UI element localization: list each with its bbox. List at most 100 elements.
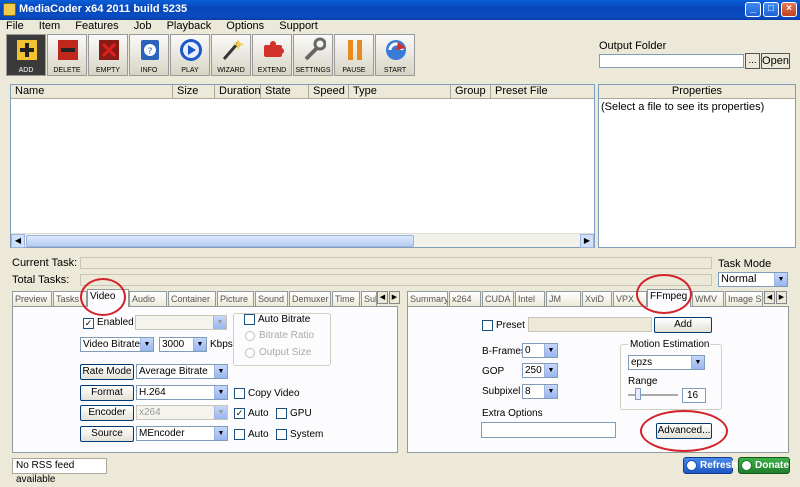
tab-time[interactable]: Time (332, 291, 360, 306)
scroll-thumb[interactable] (26, 235, 414, 247)
column-group[interactable]: Group (451, 85, 491, 99)
tab-sub[interactable]: Sub (361, 291, 377, 306)
tab-summary[interactable]: Summary (407, 291, 448, 306)
rate-mode-button[interactable]: Rate Mode (80, 364, 134, 380)
tab-audio[interactable]: Audio (129, 291, 167, 306)
range-slider-thumb[interactable] (635, 388, 641, 400)
chevron-down-icon[interactable]: ▼ (140, 338, 153, 351)
motion-estimation-select[interactable]: epzs ▼ (628, 355, 705, 370)
chevron-down-icon[interactable]: ▼ (774, 273, 787, 286)
source-select[interactable]: MEncoder ▼ (136, 426, 228, 441)
wizard-button[interactable]: WIZARD (211, 34, 251, 76)
format-select[interactable]: H.264 ▼ (136, 385, 228, 400)
format-button[interactable]: Format (80, 385, 134, 401)
tab-ffmpeg[interactable]: FFmpeg (647, 289, 691, 307)
horizontal-scrollbar[interactable]: ◀ ▶ (11, 233, 594, 248)
open-button[interactable]: Open (761, 53, 790, 69)
tab-container[interactable]: Container (168, 291, 216, 306)
preset-checkbox[interactable] (482, 320, 493, 331)
encoder-select[interactable]: x264 ▼ (136, 405, 228, 420)
menu-job[interactable]: Job (134, 20, 152, 32)
tab-wmv[interactable]: WMV (692, 291, 724, 306)
chevron-down-icon[interactable]: ▼ (544, 344, 557, 357)
output-size-radio[interactable] (245, 348, 255, 358)
tab-intel[interactable]: Intel (515, 291, 545, 306)
auto-encoder-checkbox[interactable]: ✓ (234, 408, 245, 419)
advanced-button[interactable]: Advanced... (656, 423, 712, 439)
rate-mode-select[interactable]: Average Bitrate ▼ (136, 364, 228, 379)
scroll-right-icon[interactable]: ▶ (580, 234, 594, 248)
column-speed[interactable]: Speed (309, 85, 349, 99)
chevron-down-icon[interactable]: ▼ (213, 316, 226, 329)
tab-jm[interactable]: JM (546, 291, 581, 306)
chevron-down-icon[interactable]: ▼ (544, 364, 557, 377)
tab-video[interactable]: Video (87, 289, 129, 307)
bitrate-value-select[interactable]: 3000 ▼ (159, 337, 207, 352)
chevron-down-icon[interactable]: ▼ (214, 427, 227, 440)
title-bar[interactable]: MediaCoder x64 2011 build 5235 _ □ × (0, 0, 800, 20)
pause-button[interactable]: PAUSE (334, 34, 374, 76)
tab-x264[interactable]: x264 (449, 291, 481, 306)
tab-cuda[interactable]: CUDA (482, 291, 514, 306)
encoder-button[interactable]: Encoder (80, 405, 134, 421)
column-name[interactable]: Name (11, 85, 173, 99)
tab-demuxer[interactable]: Demuxer (289, 291, 331, 306)
menu-support[interactable]: Support (279, 20, 318, 32)
extend-button[interactable]: EXTEND (252, 34, 292, 76)
enabled-select[interactable]: ▼ (135, 315, 227, 330)
chevron-down-icon[interactable]: ▼ (544, 385, 557, 398)
range-input[interactable]: 16 (682, 388, 706, 403)
add-preset-button[interactable]: Add (654, 317, 712, 333)
tab-scroll-right-icon[interactable]: ▶ (776, 291, 787, 304)
chevron-down-icon[interactable]: ▼ (193, 338, 206, 351)
start-button[interactable]: START (375, 34, 415, 76)
enabled-checkbox[interactable]: ✓ (83, 318, 94, 329)
menu-file[interactable]: File (6, 20, 24, 32)
auto-bitrate-checkbox[interactable] (244, 314, 255, 325)
tab-preview[interactable]: Preview (12, 291, 52, 306)
browse-button[interactable]: ... (745, 53, 760, 69)
column-preset-file[interactable]: Preset File (491, 85, 594, 99)
chevron-down-icon[interactable]: ▼ (214, 386, 227, 399)
menu-features[interactable]: Features (75, 20, 118, 32)
gop-select[interactable]: 250 ▼ (522, 363, 558, 378)
column-state[interactable]: State (261, 85, 309, 99)
subpixel-select[interactable]: 8 ▼ (522, 384, 558, 399)
tab-scroll-left-icon[interactable]: ◀ (764, 291, 775, 304)
copy-video-checkbox[interactable] (234, 388, 245, 399)
bitrate-ratio-radio[interactable] (245, 331, 255, 341)
add-button[interactable]: ADD (6, 34, 46, 76)
tab-picture[interactable]: Picture (217, 291, 254, 306)
output-folder-input[interactable] (599, 54, 744, 68)
column-duration[interactable]: Duration (215, 85, 261, 99)
tab-sound[interactable]: Sound (255, 291, 288, 306)
task-mode-select[interactable]: Normal ▼ (718, 272, 788, 287)
column-type[interactable]: Type (349, 85, 451, 99)
play-button[interactable]: PLAY (170, 34, 210, 76)
tab-xvid[interactable]: XviD (582, 291, 612, 306)
chevron-down-icon[interactable]: ▼ (214, 406, 227, 419)
settings-button[interactable]: SETTINGS (293, 34, 333, 76)
preset-input[interactable] (528, 317, 652, 332)
gpu-checkbox[interactable] (276, 408, 287, 419)
tab-image-sequence[interactable]: Image Se (725, 291, 763, 306)
menu-playback[interactable]: Playback (167, 20, 212, 32)
close-button[interactable]: × (781, 2, 797, 17)
tab-tasks[interactable]: Tasks (53, 291, 87, 306)
video-bitrate-select[interactable]: Video Bitrate ▼ (80, 337, 154, 352)
chevron-down-icon[interactable]: ▼ (691, 356, 704, 369)
menu-item[interactable]: Item (39, 20, 60, 32)
scroll-left-icon[interactable]: ◀ (11, 234, 25, 248)
source-button[interactable]: Source (80, 426, 134, 442)
file-list[interactable]: Name Size Duration State Speed Type Grou… (10, 84, 595, 248)
bframes-select[interactable]: 0 ▼ (522, 343, 558, 358)
extra-options-input[interactable] (481, 422, 616, 438)
tab-vpx[interactable]: VPX (613, 291, 647, 306)
menu-options[interactable]: Options (226, 20, 264, 32)
tab-scroll-right-icon[interactable]: ▶ (389, 291, 400, 304)
system-checkbox[interactable] (276, 429, 287, 440)
tab-scroll-left-icon[interactable]: ◀ (377, 291, 388, 304)
chevron-down-icon[interactable]: ▼ (214, 365, 227, 378)
column-size[interactable]: Size (173, 85, 215, 99)
delete-button[interactable]: DELETE (47, 34, 87, 76)
